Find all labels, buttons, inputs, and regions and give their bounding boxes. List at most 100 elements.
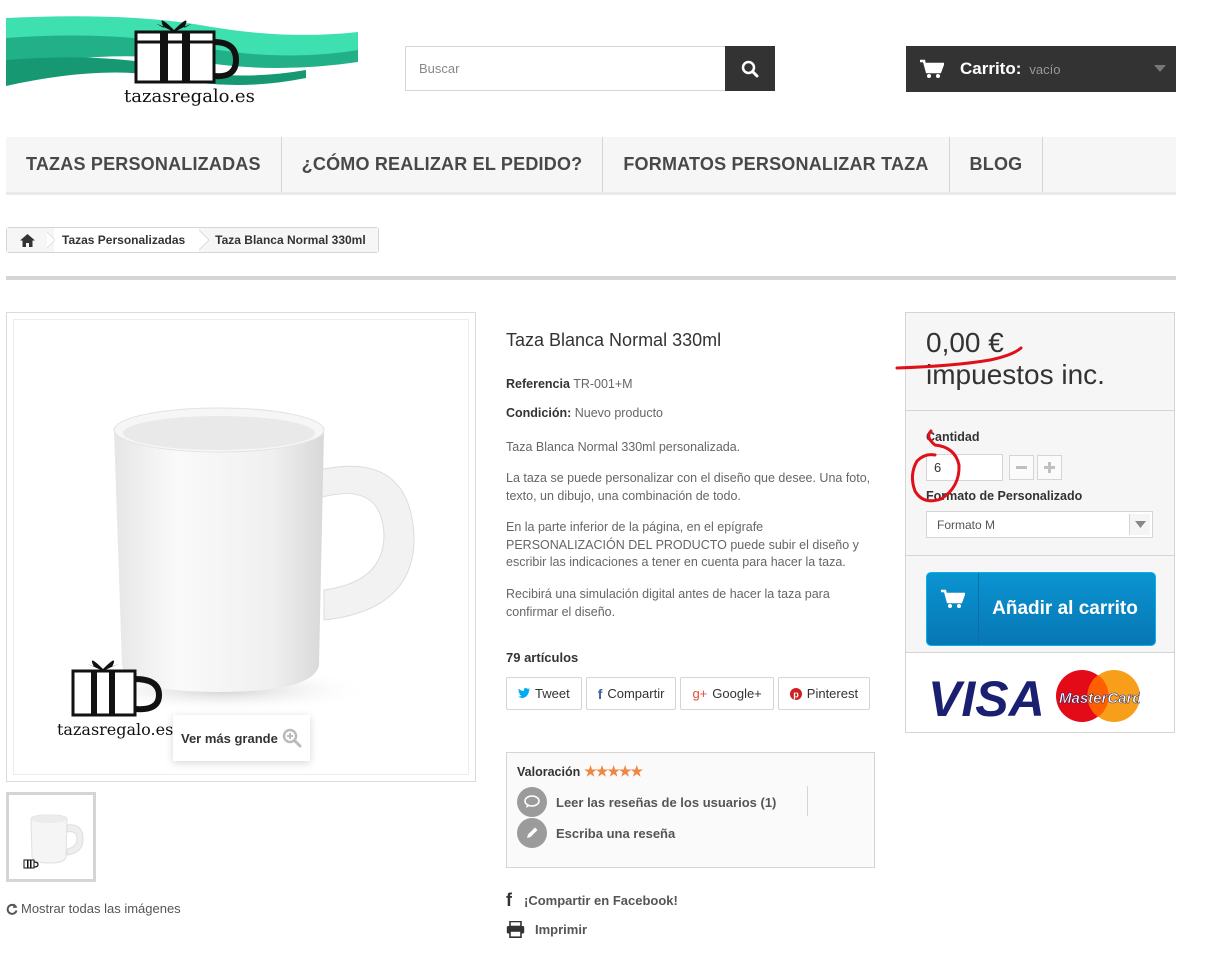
product-reference: Referencia TR-001+M [506,377,633,391]
write-review-label: Escriba una reseña [556,825,676,841]
buy-box: 0,00 € impuestos inc. Cantidad Formato d… [905,312,1175,733]
pinterest-label: Pinterest [806,686,859,701]
options-block: Cantidad Formato de Personalizado Format… [906,411,1174,556]
product-price: 0,00 € [926,327,1004,358]
breadcrumb: Tazas Personalizadas Taza Blanca Normal … [6,227,379,253]
divider [6,276,1176,280]
price-block: 0,00 € impuestos inc. [906,313,1174,411]
rating-stars: ★★★★★ [584,763,643,779]
tax-label: impuestos inc. [926,359,1105,390]
read-reviews-link[interactable]: Leer las reseñas de los usuarios (1) [517,787,776,817]
search-button[interactable] [725,46,775,91]
facebook-share-link[interactable]: f ¡Compartir en Facebook! [506,890,678,911]
product-thumbnail[interactable] [6,792,96,882]
reference-label: Referencia [506,377,570,391]
menu-item-como-realizar-pedido[interactable]: ¿CÓMO REALIZAR EL PEDIDO? [282,137,604,192]
google-plus-label: Google+ [712,686,762,701]
condition-value: Nuevo producto [574,406,664,420]
reviews-title: Valoración [517,764,581,779]
format-select[interactable]: Formato M [926,511,1153,538]
payment-cards-logo: VISA MasterCard [928,668,1143,729]
description-paragraph: Recibirá una simulación digital antes de… [506,587,830,619]
pinterest-icon: p [789,687,802,700]
description-paragraph: En la parte inferior de la página, en el… [506,520,859,569]
show-all-images-link[interactable]: Mostrar todas las imágenes [6,901,181,916]
logo-text: tazasregalo.es [124,86,255,107]
quantity-increase-button[interactable] [1037,455,1062,480]
minus-icon [1016,466,1027,469]
breadcrumb-current: Taza Blanca Normal 330ml [209,228,378,252]
print-link[interactable]: Imprimir [506,921,587,938]
google-plus-button[interactable]: g+ Google+ [680,677,774,710]
search-icon [741,60,759,77]
refresh-icon [6,903,18,915]
svg-text:p: p [793,689,799,699]
quantity-label: Cantidad [926,430,980,444]
svg-text:MasterCard: MasterCard [1059,690,1140,707]
menu-item-tazas-personalizadas[interactable]: TAZAS PERSONALIZADAS [6,137,282,192]
quantity-decrease-button[interactable] [1009,455,1034,480]
breadcrumb-separator [47,231,55,249]
breadcrumb-category[interactable]: Tazas Personalizadas [54,228,200,252]
google-plus-icon: g+ [692,686,708,701]
main-menu: TAZAS PERSONALIZADAS ¿CÓMO REALIZAR EL P… [6,137,1176,195]
description-paragraph: La taza se puede personalizar con el dis… [506,471,871,503]
pinterest-button[interactable]: p Pinterest [777,677,871,710]
menu-item-blog[interactable]: BLOG [950,137,1044,192]
product-main-image[interactable]: tazasregalo.es Ver más grande [6,312,476,782]
format-selected-value: Formato M [937,517,996,532]
pencil-icon [517,818,547,848]
facebook-icon: f [506,890,512,910]
site-logo[interactable]: tazasregalo.es [6,10,358,115]
print-icon [506,921,525,938]
breadcrumb-separator [199,229,210,251]
print-label: Imprimir [535,922,588,937]
cart-title: Carrito: [960,59,1022,78]
twitter-icon [518,688,530,698]
search-bar [405,46,775,91]
format-label: Formato de Personalizado [926,489,1083,503]
social-share-buttons: Tweet f Compartir g+ Google+ p Pinterest [506,677,871,710]
add-to-cart-button[interactable]: Añadir al carrito [926,572,1156,646]
add-to-cart-block: Añadir al carrito [906,556,1174,653]
svg-text:tazasregalo.es: tazasregalo.es [57,720,173,739]
reviews-box: Valoración ★★★★★ Leer las reseñas de los… [506,752,875,868]
tweet-label: Tweet [535,686,570,701]
view-larger-button[interactable]: Ver más grande [173,715,310,761]
search-input[interactable] [405,46,725,91]
facebook-share-button[interactable]: f Compartir [585,677,677,710]
description-paragraph: Taza Blanca Normal 330ml personalizada. [506,440,741,454]
facebook-share-link-label: ¡Compartir en Facebook! [524,893,678,908]
read-reviews-label: Leer las reseñas de los usuarios (1) [556,794,777,810]
breadcrumb-home[interactable] [7,228,47,252]
cart-icon [920,59,944,78]
add-to-cart-label: Añadir al carrito [992,598,1138,619]
divider [807,786,808,816]
plus-icon [1044,462,1055,473]
zoom-in-icon [282,728,302,748]
chevron-down-icon [1129,514,1150,535]
quantity-available: 79 artículos [506,650,579,665]
visa-logo: VISA [928,671,1045,724]
product-title: Taza Blanca Normal 330ml [506,330,722,350]
write-review-link[interactable]: Escriba una reseña [517,818,675,848]
view-larger-label: Ver más grande [181,730,278,746]
reference-value: TR-001+M [573,377,633,391]
show-all-label: Mostrar todas las imágenes [21,901,181,916]
reviews-header: Valoración ★★★★★ [517,763,643,780]
facebook-icon: f [597,685,603,702]
facebook-share-label: Compartir [607,686,665,701]
chevron-down-icon[interactable] [1154,65,1166,72]
cart-status: vacío [1029,61,1061,77]
menu-item-formatos[interactable]: FORMATOS PERSONALIZAR TAZA [603,137,950,192]
condition-label: Condición: [506,406,572,420]
quantity-input[interactable] [926,454,1003,481]
product-condition: Condición: Nuevo producto [506,406,663,420]
tweet-button[interactable]: Tweet [506,677,582,710]
cart-summary[interactable]: Carrito: vacío [906,46,1176,92]
mug-image: tazasregalo.es [57,407,415,739]
comment-icon [517,787,547,817]
cart-icon [927,573,979,645]
home-icon [19,233,35,247]
mastercard-logo: MasterCard [1056,670,1143,722]
